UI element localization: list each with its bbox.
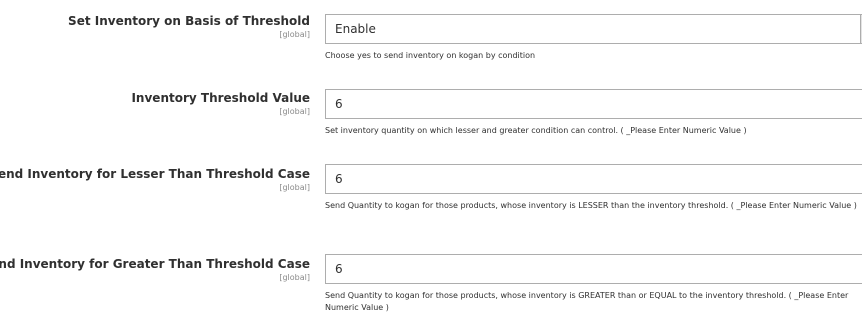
input-value: 6 (335, 172, 343, 186)
scope-label: [global] (279, 107, 310, 116)
input-value: 6 (335, 262, 343, 276)
field-note: Choose yes to send inventory on kogan by… (325, 51, 536, 60)
field-label: Send Inventory for Lesser Than Threshold… (0, 167, 310, 181)
greater-threshold-input[interactable]: 6 (325, 254, 862, 284)
field-label: Set Inventory on Basis of Threshold (68, 14, 310, 28)
field-label: Send Inventory for Greater Than Threshol… (0, 257, 310, 271)
field-note: Send Quantity to kogan for those product… (325, 201, 857, 210)
field-label-group: Set Inventory on Basis of Threshold [glo… (68, 13, 310, 40)
threshold-value-input[interactable]: 6 (325, 89, 862, 119)
lesser-threshold-input[interactable]: 6 (325, 164, 862, 194)
scope-label: [global] (279, 273, 310, 282)
input-value: 6 (335, 97, 343, 111)
field-note: Set inventory quantity on which lesser a… (325, 126, 747, 135)
field-label-group: Send Inventory for Greater Than Threshol… (0, 256, 310, 283)
field-label-group: Send Inventory for Lesser Than Threshold… (0, 166, 310, 193)
select-value: Enable (335, 22, 376, 36)
scope-label: [global] (279, 30, 310, 39)
scope-label: [global] (279, 183, 310, 192)
field-label: Inventory Threshold Value (131, 91, 310, 105)
threshold-enable-select[interactable]: Enable ▼ (325, 14, 862, 44)
field-note: Send Quantity to kogan for those product… (325, 291, 849, 312)
field-label-group: Inventory Threshold Value [global] (131, 90, 310, 117)
